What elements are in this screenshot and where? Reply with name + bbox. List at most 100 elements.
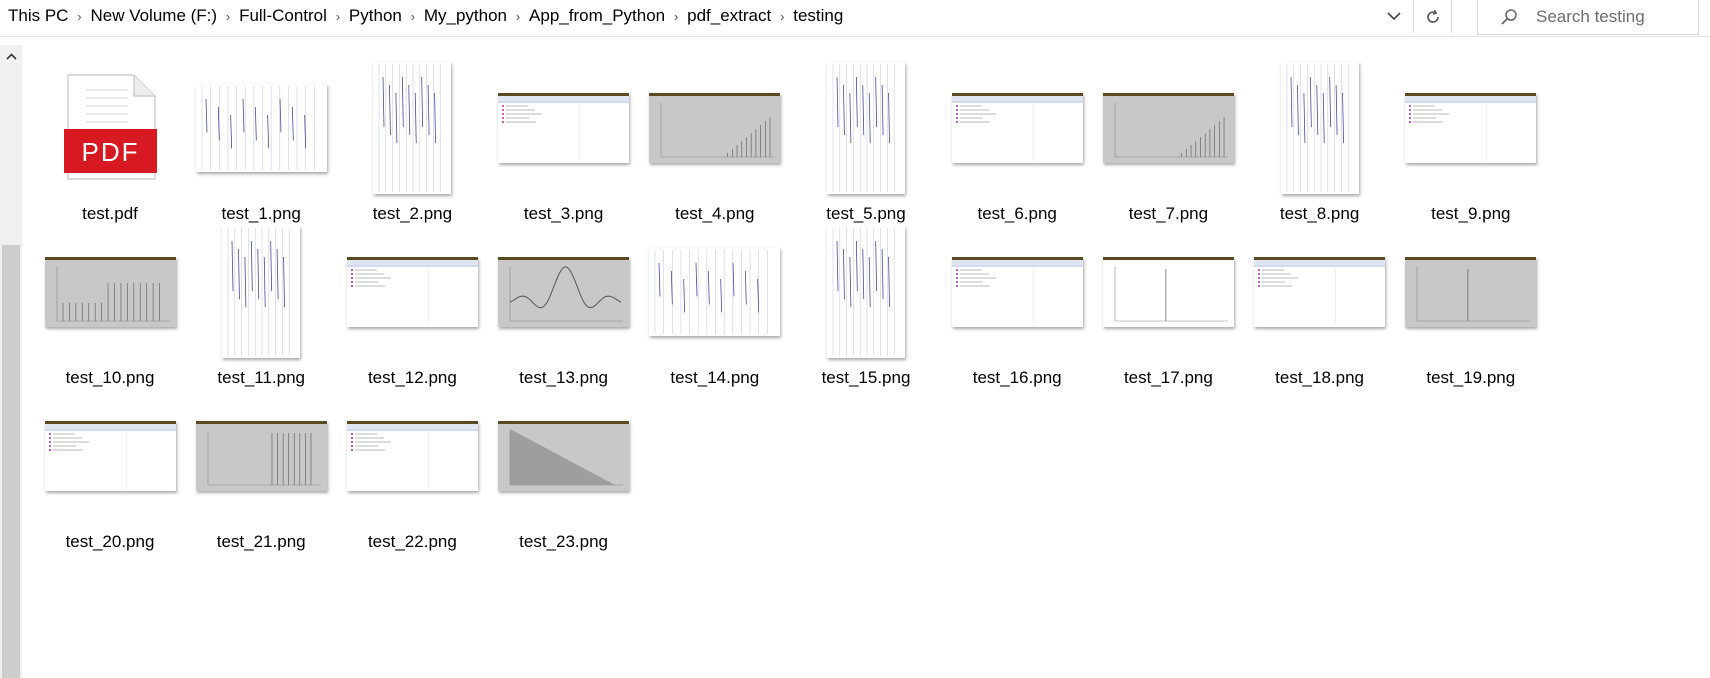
scrollbar-thumb[interactable] <box>2 245 20 678</box>
pdf-file-icon: PDF <box>63 73 157 180</box>
breadcrumb-item[interactable]: pdf_extract <box>685 6 773 26</box>
file-name: test_21.png <box>216 532 306 551</box>
file-item[interactable]: test_19.png <box>1388 219 1554 389</box>
file-item[interactable]: test_15.png <box>783 219 949 389</box>
file-item[interactable]: test_2.png <box>329 55 495 225</box>
chevron-down-icon <box>1387 12 1401 21</box>
file-item[interactable]: test_6.png <box>934 55 1100 225</box>
breadcrumb-item[interactable]: testing <box>791 6 845 26</box>
image-thumbnail <box>1254 256 1386 327</box>
thumbnail-container <box>632 55 798 200</box>
thumbnail-container <box>783 219 949 364</box>
thumbnail-container <box>481 383 647 528</box>
thumbnail-container <box>481 55 647 200</box>
breadcrumb-item[interactable]: Python <box>347 6 404 26</box>
file-item[interactable]: test_17.png <box>1085 219 1251 389</box>
thumbnail-container <box>1085 55 1251 200</box>
thumbnail-preview <box>951 92 1083 161</box>
chevron-right-icon[interactable]: › <box>219 9 237 24</box>
address-history-dropdown[interactable] <box>1375 0 1414 33</box>
image-thumbnail <box>195 83 327 172</box>
file-name: test_19.png <box>1426 368 1516 387</box>
thumbnail-preview <box>44 256 176 327</box>
thumbnail-preview <box>1286 63 1349 192</box>
thumbnail-preview <box>498 256 630 327</box>
image-thumbnail <box>951 256 1083 327</box>
file-name: test_14.png <box>670 368 760 387</box>
image-thumbnail <box>44 420 176 491</box>
thumbnail-preview <box>1405 92 1537 161</box>
image-thumbnail <box>1405 256 1537 327</box>
address-bar: This PC › New Volume (F:) › Full-Control › Pyt… <box>0 0 1710 37</box>
thumbnail-container <box>1085 219 1251 364</box>
thumbnail-preview <box>951 256 1083 325</box>
file-item[interactable]: test_7.png <box>1085 55 1251 225</box>
chevron-right-icon[interactable]: › <box>509 9 527 24</box>
file-name: test_23.png <box>519 532 609 551</box>
thumbnail-preview <box>227 227 290 356</box>
file-item[interactable]: test_21.png <box>178 383 344 553</box>
thumbnail-preview <box>498 92 630 161</box>
file-item[interactable]: test_20.png <box>27 383 193 553</box>
image-thumbnail <box>827 225 905 358</box>
vertical-scrollbar[interactable] <box>0 45 22 678</box>
file-item[interactable]: test_12.png <box>329 219 495 389</box>
chevron-right-icon[interactable]: › <box>773 9 791 24</box>
thumbnail-preview <box>379 63 441 192</box>
breadcrumb-item[interactable]: Full-Control <box>237 6 329 26</box>
thumbnail-container <box>178 55 344 200</box>
file-item[interactable]: test_1.png <box>178 55 344 225</box>
search-icon <box>1501 9 1517 25</box>
file-item[interactable]: test_11.png <box>178 219 344 389</box>
breadcrumb-item[interactable]: App_from_Python <box>527 6 667 26</box>
file-item[interactable]: test_13.png <box>481 219 647 389</box>
file-item[interactable]: test_16.png <box>934 219 1100 389</box>
file-item[interactable]: test_3.png <box>481 55 647 225</box>
thumbnail-container <box>934 219 1100 364</box>
thumbnail-preview <box>498 420 630 491</box>
thumbnail-preview <box>1102 92 1234 163</box>
file-item[interactable]: test_22.png <box>329 383 495 553</box>
file-item[interactable]: test_18.png <box>1237 219 1403 389</box>
thumbnail-container <box>178 219 344 364</box>
thumbnail-preview <box>649 92 781 163</box>
thumbnail-container <box>178 383 344 528</box>
file-item[interactable]: test_8.png <box>1237 55 1403 225</box>
chevron-right-icon[interactable]: › <box>404 9 422 24</box>
breadcrumb-item[interactable]: My_python <box>422 6 509 26</box>
image-thumbnail <box>498 92 630 163</box>
search-input[interactable] <box>1536 0 1686 33</box>
refresh-icon <box>1426 9 1439 23</box>
image-thumbnail <box>649 92 781 163</box>
image-thumbnail <box>373 61 452 194</box>
image-thumbnail <box>346 256 478 327</box>
file-item[interactable]: test_9.png <box>1388 55 1554 225</box>
thumbnail-preview <box>1102 256 1234 327</box>
image-thumbnail <box>498 420 630 491</box>
chevron-right-icon[interactable]: › <box>70 9 88 24</box>
file-item[interactable]: test_5.png <box>783 55 949 225</box>
thumbnail-preview <box>1254 256 1386 325</box>
thumbnail-container <box>329 55 495 200</box>
chevron-right-icon[interactable]: › <box>329 9 347 24</box>
file-item[interactable]: PDF test.pdf <box>27 55 193 225</box>
breadcrumb-item[interactable]: New Volume (F:) <box>88 6 219 26</box>
file-name: test_15.png <box>821 368 911 387</box>
refresh-button[interactable] <box>1414 0 1452 33</box>
scroll-up-button[interactable] <box>0 45 22 67</box>
thumbnail-container <box>329 219 495 364</box>
file-item[interactable]: test_23.png <box>481 383 647 553</box>
breadcrumb-item[interactable]: This PC <box>6 6 70 26</box>
image-thumbnail <box>498 256 630 327</box>
thumbnail-preview <box>832 63 895 192</box>
image-thumbnail <box>346 420 478 491</box>
file-item[interactable]: test_10.png <box>27 219 193 389</box>
chevron-right-icon[interactable]: › <box>667 9 685 24</box>
chevron-up-icon <box>5 52 17 60</box>
image-thumbnail <box>1405 92 1537 163</box>
search-box[interactable] <box>1477 0 1699 35</box>
file-item[interactable]: test_14.png <box>632 219 798 389</box>
breadcrumb[interactable]: This PC › New Volume (F:) › Full-Control › Pyt… <box>6 0 845 32</box>
file-item[interactable]: test_4.png <box>632 55 798 225</box>
thumbnail-preview <box>1405 256 1537 327</box>
